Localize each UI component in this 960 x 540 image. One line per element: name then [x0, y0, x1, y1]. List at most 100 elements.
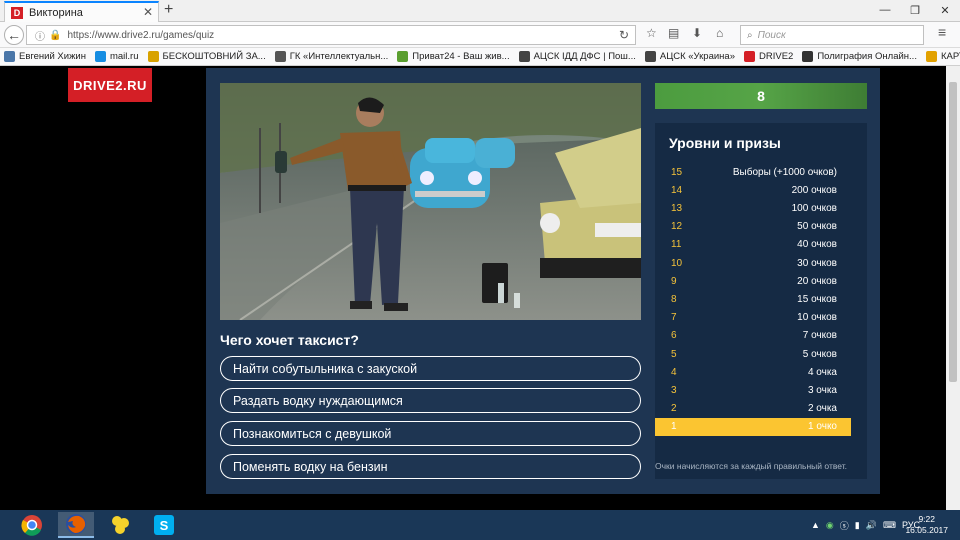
keyboard-icon[interactable]: ⌨: [883, 520, 896, 531]
answer-button-3[interactable]: Познакомиться с девушкой: [220, 421, 641, 446]
answer-button-1[interactable]: Найти собутыльника с закуской: [220, 356, 641, 381]
level-row: 14 200 очков: [655, 181, 851, 199]
bookmark-star-icon[interactable]: ☆: [646, 26, 657, 40]
level-prize: 10 очков: [797, 312, 837, 324]
bookmark-item[interactable]: mail.ru: [94, 51, 139, 62]
url-bar[interactable]: ⓘ 🔒 https://www.drive2.ru/games/quiz ↻: [26, 25, 636, 45]
level-number: 6: [671, 330, 677, 342]
level-row: 13 100 очков: [655, 199, 851, 217]
skype-tray-icon[interactable]: ⓢ: [840, 519, 849, 532]
bookmark-item[interactable]: Приват24 - Ваш жив...: [397, 51, 510, 62]
level-number: 13: [671, 202, 683, 214]
level-row: 9 20 очков: [655, 272, 851, 290]
level-row: 5 5 очков: [655, 345, 851, 363]
bookmark-item[interactable]: АЦСК «Украина»: [644, 51, 735, 62]
new-tab-icon[interactable]: +: [164, 1, 173, 19]
tray-arrow-icon[interactable]: ▲: [811, 520, 820, 530]
level-number: 10: [671, 257, 683, 269]
level-prize: 5 очков: [802, 348, 837, 360]
bookmark-item[interactable]: Евгений Хижин: [4, 51, 86, 62]
system-tray: ▲ ◉ ⓢ ▮ 🔊 ⌨ РУС: [811, 510, 920, 540]
quiz-panel: Чего хочет таксист? Найти собутыльника с…: [206, 68, 880, 494]
level-prize: 30 очков: [797, 257, 837, 269]
bookmark-label: Полиграфия Онлайн...: [817, 51, 917, 62]
skype-icon[interactable]: S: [146, 512, 182, 538]
jerry-can: [482, 263, 508, 303]
bookmark-item[interactable]: DRIVE2: [744, 51, 793, 62]
search-icon: ⌕: [747, 29, 753, 41]
download-icon[interactable]: ⬇: [692, 26, 702, 40]
back-button[interactable]: ←: [4, 25, 24, 45]
bookmark-item[interactable]: ГК «Интеллектуальн...: [274, 51, 389, 62]
bookmark-item[interactable]: БЕСКОШТОВНИЙ ЗА...: [147, 51, 266, 62]
minimize-icon[interactable]: —: [870, 0, 900, 20]
page-scrollbar[interactable]: [946, 66, 960, 510]
taxi-driver-photo: [220, 83, 641, 320]
drive2-favicon-icon: D: [11, 6, 23, 19]
levels-note: Очки начисляются за каждый правильный от…: [655, 461, 848, 471]
network-icon[interactable]: ▮: [855, 520, 860, 531]
quiz-question: Чего хочет таксист?: [220, 332, 359, 348]
levels-title: Уровни и призы: [669, 135, 781, 151]
tab-title: Викторина: [29, 6, 83, 19]
bookmark-label: ГК «Интеллектуальн...: [289, 51, 389, 62]
bookmark-item[interactable]: Полиграфия Онлайн...: [802, 51, 917, 62]
level-number: 15: [671, 166, 683, 178]
print-icon: [802, 51, 814, 62]
search-input[interactable]: ⌕ Поиск: [740, 25, 924, 45]
chrome-icon[interactable]: [14, 512, 50, 538]
reload-icon[interactable]: ↻: [619, 28, 629, 42]
level-prize: 15 очков: [797, 293, 837, 305]
level-number: 3: [671, 384, 677, 396]
url-text: https://www.drive2.ru/games/quiz: [67, 29, 215, 41]
bookmark-item[interactable]: АЦСК ІДД ДФС | Пош...: [518, 51, 636, 62]
close-tab-icon[interactable]: ✕: [143, 5, 153, 19]
volume-icon[interactable]: 🔊: [866, 520, 877, 531]
level-prize: 7 очков: [802, 330, 837, 342]
icq-icon[interactable]: [102, 512, 138, 538]
reading-list-icon[interactable]: ▤: [668, 26, 679, 40]
level-row: 12 50 очков: [655, 218, 851, 236]
info-icon[interactable]: ⓘ: [35, 28, 45, 43]
home-icon[interactable]: ⌂: [716, 26, 723, 40]
level-prize: 40 очков: [797, 239, 837, 251]
emblem-icon: [147, 51, 159, 62]
level-number: 4: [671, 366, 677, 378]
level-number: 1: [671, 421, 677, 433]
clock[interactable]: 9:22 16.05.2017: [905, 514, 948, 536]
bookmark-item[interactable]: КАРТКА ПАРТНЕРА ...: [925, 51, 960, 62]
restore-icon[interactable]: ❐: [900, 0, 930, 20]
firefox-icon[interactable]: [58, 512, 94, 538]
vk-icon: [4, 51, 15, 62]
car-icon: [518, 51, 530, 62]
level-number: 9: [671, 275, 677, 287]
answer-button-2[interactable]: Раздать водку нуждающимся: [220, 388, 641, 413]
level-prize: 50 очков: [797, 221, 837, 233]
clock-time: 9:22: [918, 514, 935, 524]
level-number: 12: [671, 221, 683, 233]
level-prize: 20 очков: [797, 275, 837, 287]
level-row: 8 15 очков: [655, 290, 851, 308]
level-prize: 3 очка: [807, 384, 837, 396]
level-prize: Выборы (+1000 очков): [732, 166, 837, 178]
mail-icon: [94, 51, 106, 62]
scrollbar-thumb[interactable]: [949, 82, 957, 382]
bookmark-label: БЕСКОШТОВНИЙ ЗА...: [162, 51, 266, 62]
level-number: 5: [671, 348, 677, 360]
level-prize: 4 очка: [807, 366, 837, 378]
level-number: 14: [671, 184, 683, 196]
tray-app-icon[interactable]: ◉: [826, 520, 834, 531]
level-row: 15 Выборы (+1000 очков): [655, 163, 851, 181]
bookmark-label: mail.ru: [109, 51, 139, 62]
nav-bar: ← ⓘ 🔒 https://www.drive2.ru/games/quiz ↻…: [0, 22, 960, 48]
menu-icon[interactable]: ≡: [938, 24, 946, 40]
window-close-icon[interactable]: ✕: [930, 0, 960, 20]
tab-quiz[interactable]: D Викторина ✕: [4, 1, 159, 22]
level-prize: 1 очко: [808, 421, 837, 433]
bookmark-label: АЦСК «Украина»: [659, 51, 735, 62]
drive2-logo[interactable]: DRIVE2.RU: [68, 68, 152, 102]
card-icon: [925, 51, 937, 62]
bookmark-label: КАРТКА ПАРТНЕРА ...: [940, 51, 960, 62]
level-number: 2: [671, 403, 677, 415]
answer-button-4[interactable]: Поменять водку на бензин: [220, 454, 641, 479]
